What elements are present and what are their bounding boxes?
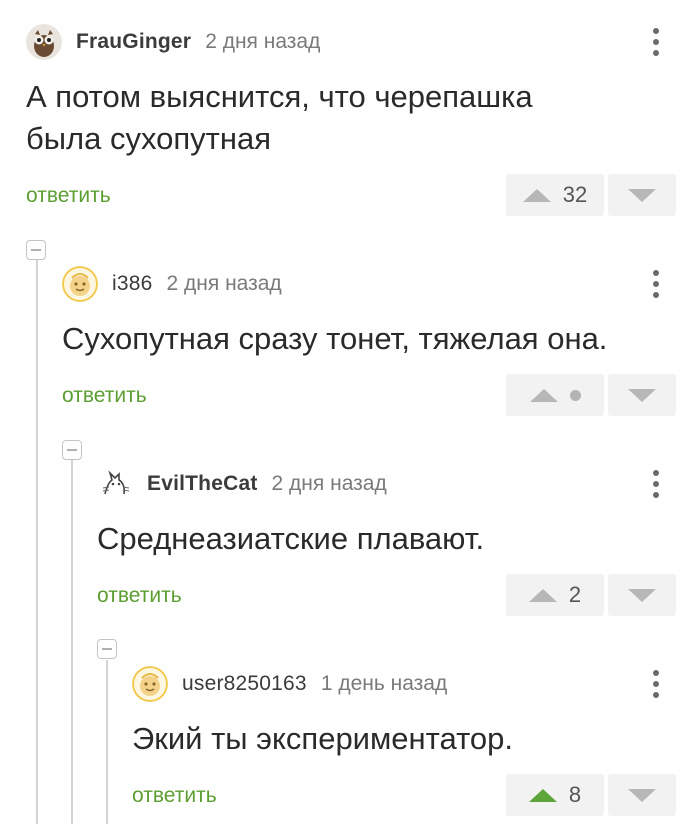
collapse-thread-button[interactable]: [97, 639, 117, 659]
more-options-icon[interactable]: [646, 664, 666, 704]
timestamp: 2 дня назад: [166, 272, 282, 295]
username[interactable]: user8250163: [182, 672, 307, 696]
upvote-button[interactable]: 32: [506, 174, 604, 216]
username[interactable]: i386: [112, 272, 153, 296]
timestamp: 2 дня назад: [271, 472, 387, 495]
reply-button[interactable]: ответить: [62, 384, 147, 408]
vote-controls: 2: [506, 574, 676, 616]
comment: EvilTheCat 2 дня назад Среднеазиатские п…: [97, 464, 700, 624]
comment-header: user8250163 1 день назад: [132, 664, 447, 704]
downvote-arrow-icon: [628, 388, 656, 402]
cat-sketch-avatar-icon[interactable]: [97, 466, 133, 502]
downvote-button[interactable]: [608, 574, 676, 616]
vote-count: 32: [562, 182, 588, 207]
more-options-icon[interactable]: [646, 264, 666, 304]
upvote-button[interactable]: [506, 374, 604, 416]
timestamp: 2 дня назад: [205, 30, 321, 53]
thread-line: [71, 460, 73, 824]
comment: FrauGinger 2 дня назад А потом выяснится…: [26, 22, 700, 222]
collapse-thread-button[interactable]: [26, 240, 46, 260]
zero-votes-dot: [569, 389, 581, 401]
thread-line: [106, 660, 108, 824]
thread-line: [36, 260, 38, 824]
owl-avatar-icon[interactable]: [26, 24, 62, 60]
comment-header: FrauGinger 2 дня назад: [26, 22, 320, 62]
more-options-icon[interactable]: [646, 464, 666, 504]
comment-text: А потом выяснится, что черепашка была су…: [26, 79, 533, 156]
reply-button[interactable]: ответить: [26, 184, 111, 208]
reply-button[interactable]: ответить: [132, 784, 217, 808]
downvote-button[interactable]: [608, 774, 676, 816]
downvote-button[interactable]: [608, 374, 676, 416]
comment: i386 2 дня назад Сухопутная сразу тонет,…: [62, 264, 700, 424]
downvote-button[interactable]: [608, 174, 676, 216]
reply-button[interactable]: ответить: [97, 584, 182, 608]
upvote-arrow-icon: [528, 788, 557, 802]
more-options-icon[interactable]: [646, 22, 666, 62]
vote-controls: 32: [506, 174, 676, 216]
timestamp: 1 день назад: [320, 672, 448, 695]
vote-count: 2: [568, 582, 582, 607]
default-avatar-icon[interactable]: [62, 266, 98, 302]
comment-text: Среднеазиатские плавают.: [97, 521, 485, 556]
collapse-thread-button[interactable]: [62, 440, 82, 460]
upvote-button[interactable]: 8: [506, 774, 604, 816]
upvote-arrow-icon: [529, 388, 558, 402]
upvote-arrow-icon: [528, 588, 557, 602]
downvote-arrow-icon: [628, 788, 656, 802]
comment: user8250163 1 день назад Экий ты экспери…: [132, 664, 700, 824]
downvote-arrow-icon: [628, 188, 656, 202]
comment-header: i386 2 дня назад: [62, 264, 282, 304]
vote-count: 8: [568, 782, 582, 807]
comment-header: EvilTheCat 2 дня назад: [97, 464, 387, 504]
comment-text: Сухопутная сразу тонет, тяжелая она.: [62, 321, 608, 356]
default-avatar-icon[interactable]: [132, 666, 168, 702]
upvote-button[interactable]: 2: [506, 574, 604, 616]
upvote-arrow-icon: [522, 188, 551, 202]
vote-controls: 8: [506, 774, 676, 816]
comment-text: Экий ты экспериментатор.: [132, 721, 514, 756]
username[interactable]: EvilTheCat: [147, 472, 258, 496]
username[interactable]: FrauGinger: [76, 30, 191, 54]
vote-controls: [506, 374, 676, 416]
downvote-arrow-icon: [628, 588, 656, 602]
